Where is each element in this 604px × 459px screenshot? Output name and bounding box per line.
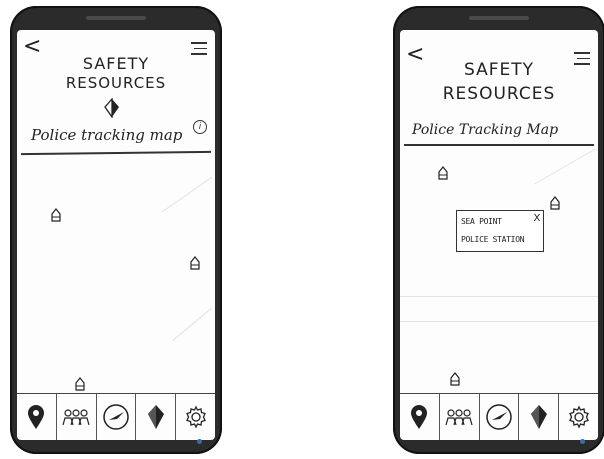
page-title-line2: RESOURCES	[65, 74, 167, 92]
nav-people[interactable]	[440, 394, 480, 440]
people-icon	[445, 409, 473, 426]
popup-line1: SEA POINT	[461, 217, 502, 226]
bottom-nav	[400, 393, 598, 440]
nav-compass[interactable]	[480, 394, 520, 440]
screen-left: < SAFETY RESOURCES Police tracking map i	[17, 30, 215, 440]
station-popup: SEA POINT POLICE STATION X	[456, 210, 544, 252]
police-station-pin-icon[interactable]	[437, 166, 449, 180]
nav-people[interactable]	[57, 394, 97, 440]
map-title: Police tracking map	[31, 126, 183, 144]
location-pin-icon	[28, 405, 45, 429]
popup-line2: POLICE STATION	[461, 235, 525, 244]
shield-logo-icon	[104, 98, 119, 118]
gear-icon	[185, 405, 206, 429]
shield-icon	[147, 405, 164, 429]
location-pin-icon	[411, 405, 428, 429]
speaker-grille	[469, 16, 529, 20]
page-title-line1: SAFETY	[82, 54, 150, 73]
phone-frame-right: < SAFETY RESOURCES Police Tracking Map S…	[393, 6, 604, 454]
map-faint-line	[162, 176, 212, 213]
info-icon[interactable]: i	[193, 120, 207, 134]
speaker-grille	[86, 16, 146, 20]
nav-compass[interactable]	[97, 394, 137, 440]
page-title-line1: SAFETY	[463, 60, 535, 80]
police-station-pin-icon[interactable]	[74, 377, 86, 391]
popup-close-button[interactable]: X	[533, 210, 540, 228]
camera-dot	[197, 439, 202, 444]
screen-right: < SAFETY RESOURCES Police Tracking Map S…	[400, 30, 598, 440]
nav-location[interactable]	[17, 394, 57, 440]
page-title-line2: RESOURCES	[442, 84, 556, 104]
map-area[interactable]	[17, 154, 215, 394]
bottom-nav	[17, 393, 215, 440]
phone-frame-left: < SAFETY RESOURCES Police tracking map i	[10, 6, 222, 454]
map-faint-line	[400, 296, 598, 297]
police-station-pin-icon[interactable]	[449, 372, 461, 386]
police-station-pin-icon-selected[interactable]	[549, 196, 561, 210]
map-title: Police Tracking Map	[412, 122, 559, 138]
police-station-pin-icon[interactable]	[50, 208, 62, 222]
shield-icon	[530, 405, 547, 429]
nav-shield[interactable]	[519, 394, 560, 440]
nav-settings[interactable]	[559, 394, 598, 440]
map-faint-line	[534, 148, 596, 185]
people-icon	[62, 409, 90, 426]
map-area[interactable]: SEA POINT POLICE STATION X	[400, 146, 598, 396]
nav-location[interactable]	[400, 394, 440, 440]
camera-dot	[580, 439, 585, 444]
map-faint-line	[400, 321, 598, 322]
gear-icon	[568, 405, 589, 429]
nav-shield[interactable]	[136, 394, 177, 440]
nav-settings[interactable]	[176, 394, 215, 440]
compass-icon	[486, 404, 512, 430]
police-station-pin-icon[interactable]	[189, 256, 201, 270]
map-faint-line	[172, 308, 212, 341]
compass-icon	[103, 404, 129, 430]
